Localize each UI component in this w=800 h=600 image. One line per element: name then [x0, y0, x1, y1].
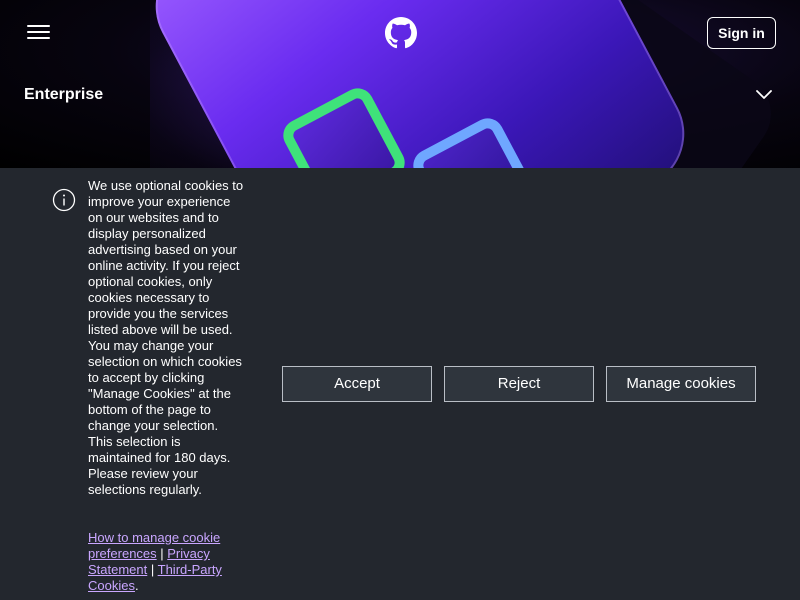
github-logo-svg	[385, 17, 417, 49]
sign-in-button[interactable]: Sign in	[707, 17, 776, 49]
cookie-message: We use optional cookies to improve your …	[88, 178, 244, 497]
site-header: Sign in	[0, 0, 800, 64]
accept-cookies-button[interactable]: Accept	[282, 366, 432, 402]
page: Sign in Enterprise We use optional cooki…	[0, 0, 800, 600]
menu-line	[27, 25, 50, 27]
cookie-consent-banner: We use optional cookies to improve your …	[0, 168, 800, 600]
menu-line	[27, 37, 50, 39]
link-separator: |	[156, 546, 168, 561]
reject-cookies-button[interactable]: Reject	[444, 366, 594, 402]
hamburger-menu-icon[interactable]	[27, 24, 51, 40]
link-end-punctuation: .	[134, 578, 139, 593]
link-separator: |	[147, 562, 158, 577]
chevron-down-icon[interactable]	[755, 88, 773, 102]
info-circle-icon	[52, 188, 76, 212]
chevron-svg	[756, 90, 772, 99]
menu-line	[27, 31, 50, 33]
github-logo-icon[interactable]	[385, 17, 417, 49]
section-title: Enterprise	[24, 86, 104, 103]
manage-cookies-button[interactable]: Manage cookies	[606, 366, 756, 402]
cookie-links: How to manage cookie preferences | Priva…	[88, 530, 246, 594]
info-svg	[52, 188, 76, 212]
